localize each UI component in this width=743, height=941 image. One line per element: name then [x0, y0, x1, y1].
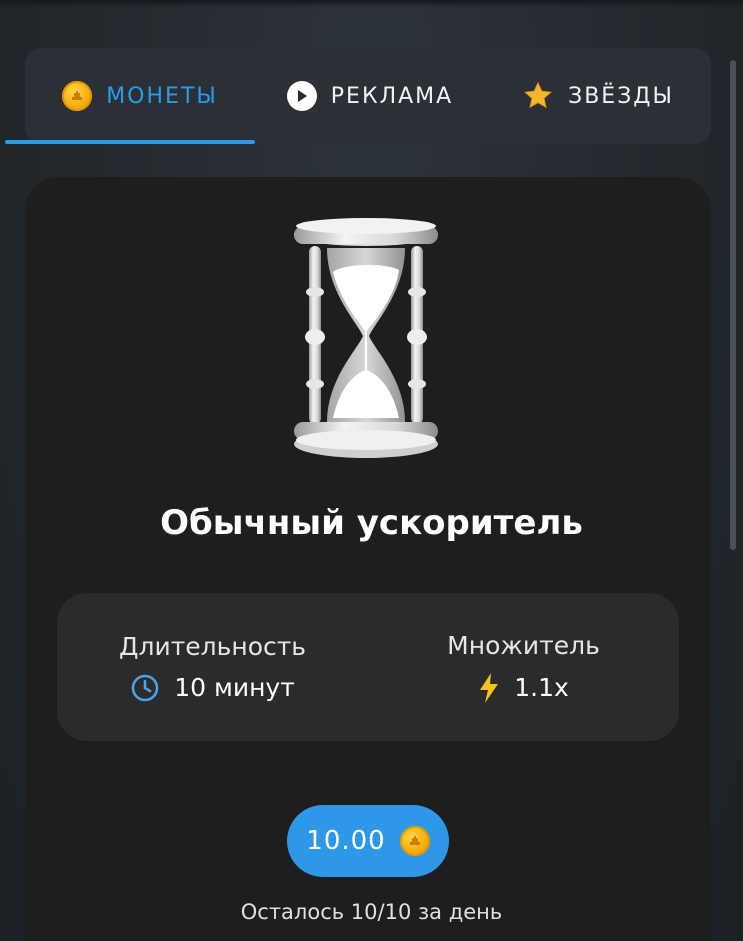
remaining-purchases-text: Осталось 10/10 за день — [240, 900, 503, 924]
hourglass-icon — [294, 218, 438, 458]
tab-coins[interactable]: МОНЕТЫ — [25, 48, 255, 144]
tab-bar: МОНЕТЫ РЕКЛАМА ЗВЁЗДЫ — [25, 48, 711, 144]
play-icon — [286, 81, 317, 111]
duration-stat: Длительность 10 минут — [57, 593, 368, 741]
duration-label: Длительность — [118, 631, 307, 661]
coin-icon — [399, 826, 430, 856]
multiplier-stat: Множитель 1.1x — [368, 593, 679, 741]
booster-stats-panel: Длительность 10 минут Множитель 1.1x — [57, 593, 679, 741]
multiplier-label: Множитель — [447, 630, 600, 660]
booster-title: Обычный ускоритель — [160, 503, 583, 543]
duration-value: 10 минут — [174, 673, 295, 702]
star-icon — [524, 81, 552, 109]
clock-icon — [131, 674, 159, 701]
buy-button[interactable]: 10.00 — [287, 805, 449, 877]
lightning-icon — [480, 672, 499, 703]
active-tab-indicator — [5, 140, 255, 144]
coin-icon — [62, 81, 93, 111]
duration-value-row: 10 минут — [130, 673, 295, 703]
multiplier-value-row: 1.1x — [478, 672, 569, 704]
multiplier-value: 1.1x — [514, 673, 569, 702]
price-label: 10.00 — [306, 826, 386, 856]
top-edge-shadow — [0, 0, 743, 8]
tab-stars[interactable]: ЗВЁЗДЫ — [485, 48, 711, 144]
tab-coins-label: МОНЕТЫ — [106, 83, 218, 109]
scrollbar[interactable] — [730, 60, 736, 550]
tab-ads[interactable]: РЕКЛАМА — [255, 48, 485, 144]
tab-ads-label: РЕКЛАМА — [330, 83, 454, 109]
tab-stars-label: ЗВЁЗДЫ — [568, 83, 674, 109]
